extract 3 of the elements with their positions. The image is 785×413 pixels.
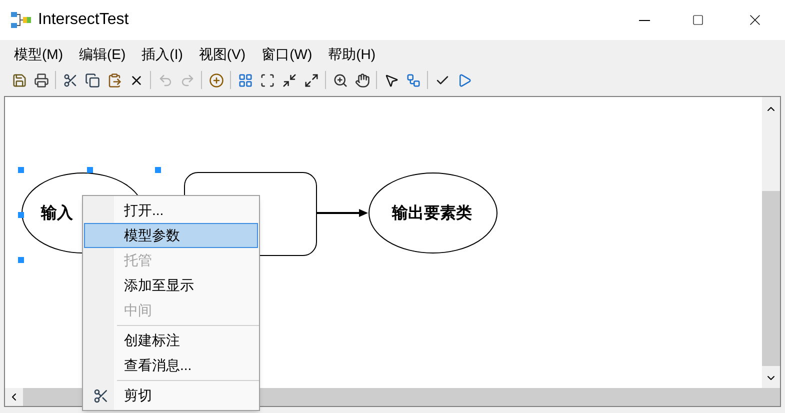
node-label: 输入 [41, 203, 73, 224]
node-label: 输出要素类 [392, 203, 472, 224]
window-title: IntersectTest [38, 10, 129, 30]
